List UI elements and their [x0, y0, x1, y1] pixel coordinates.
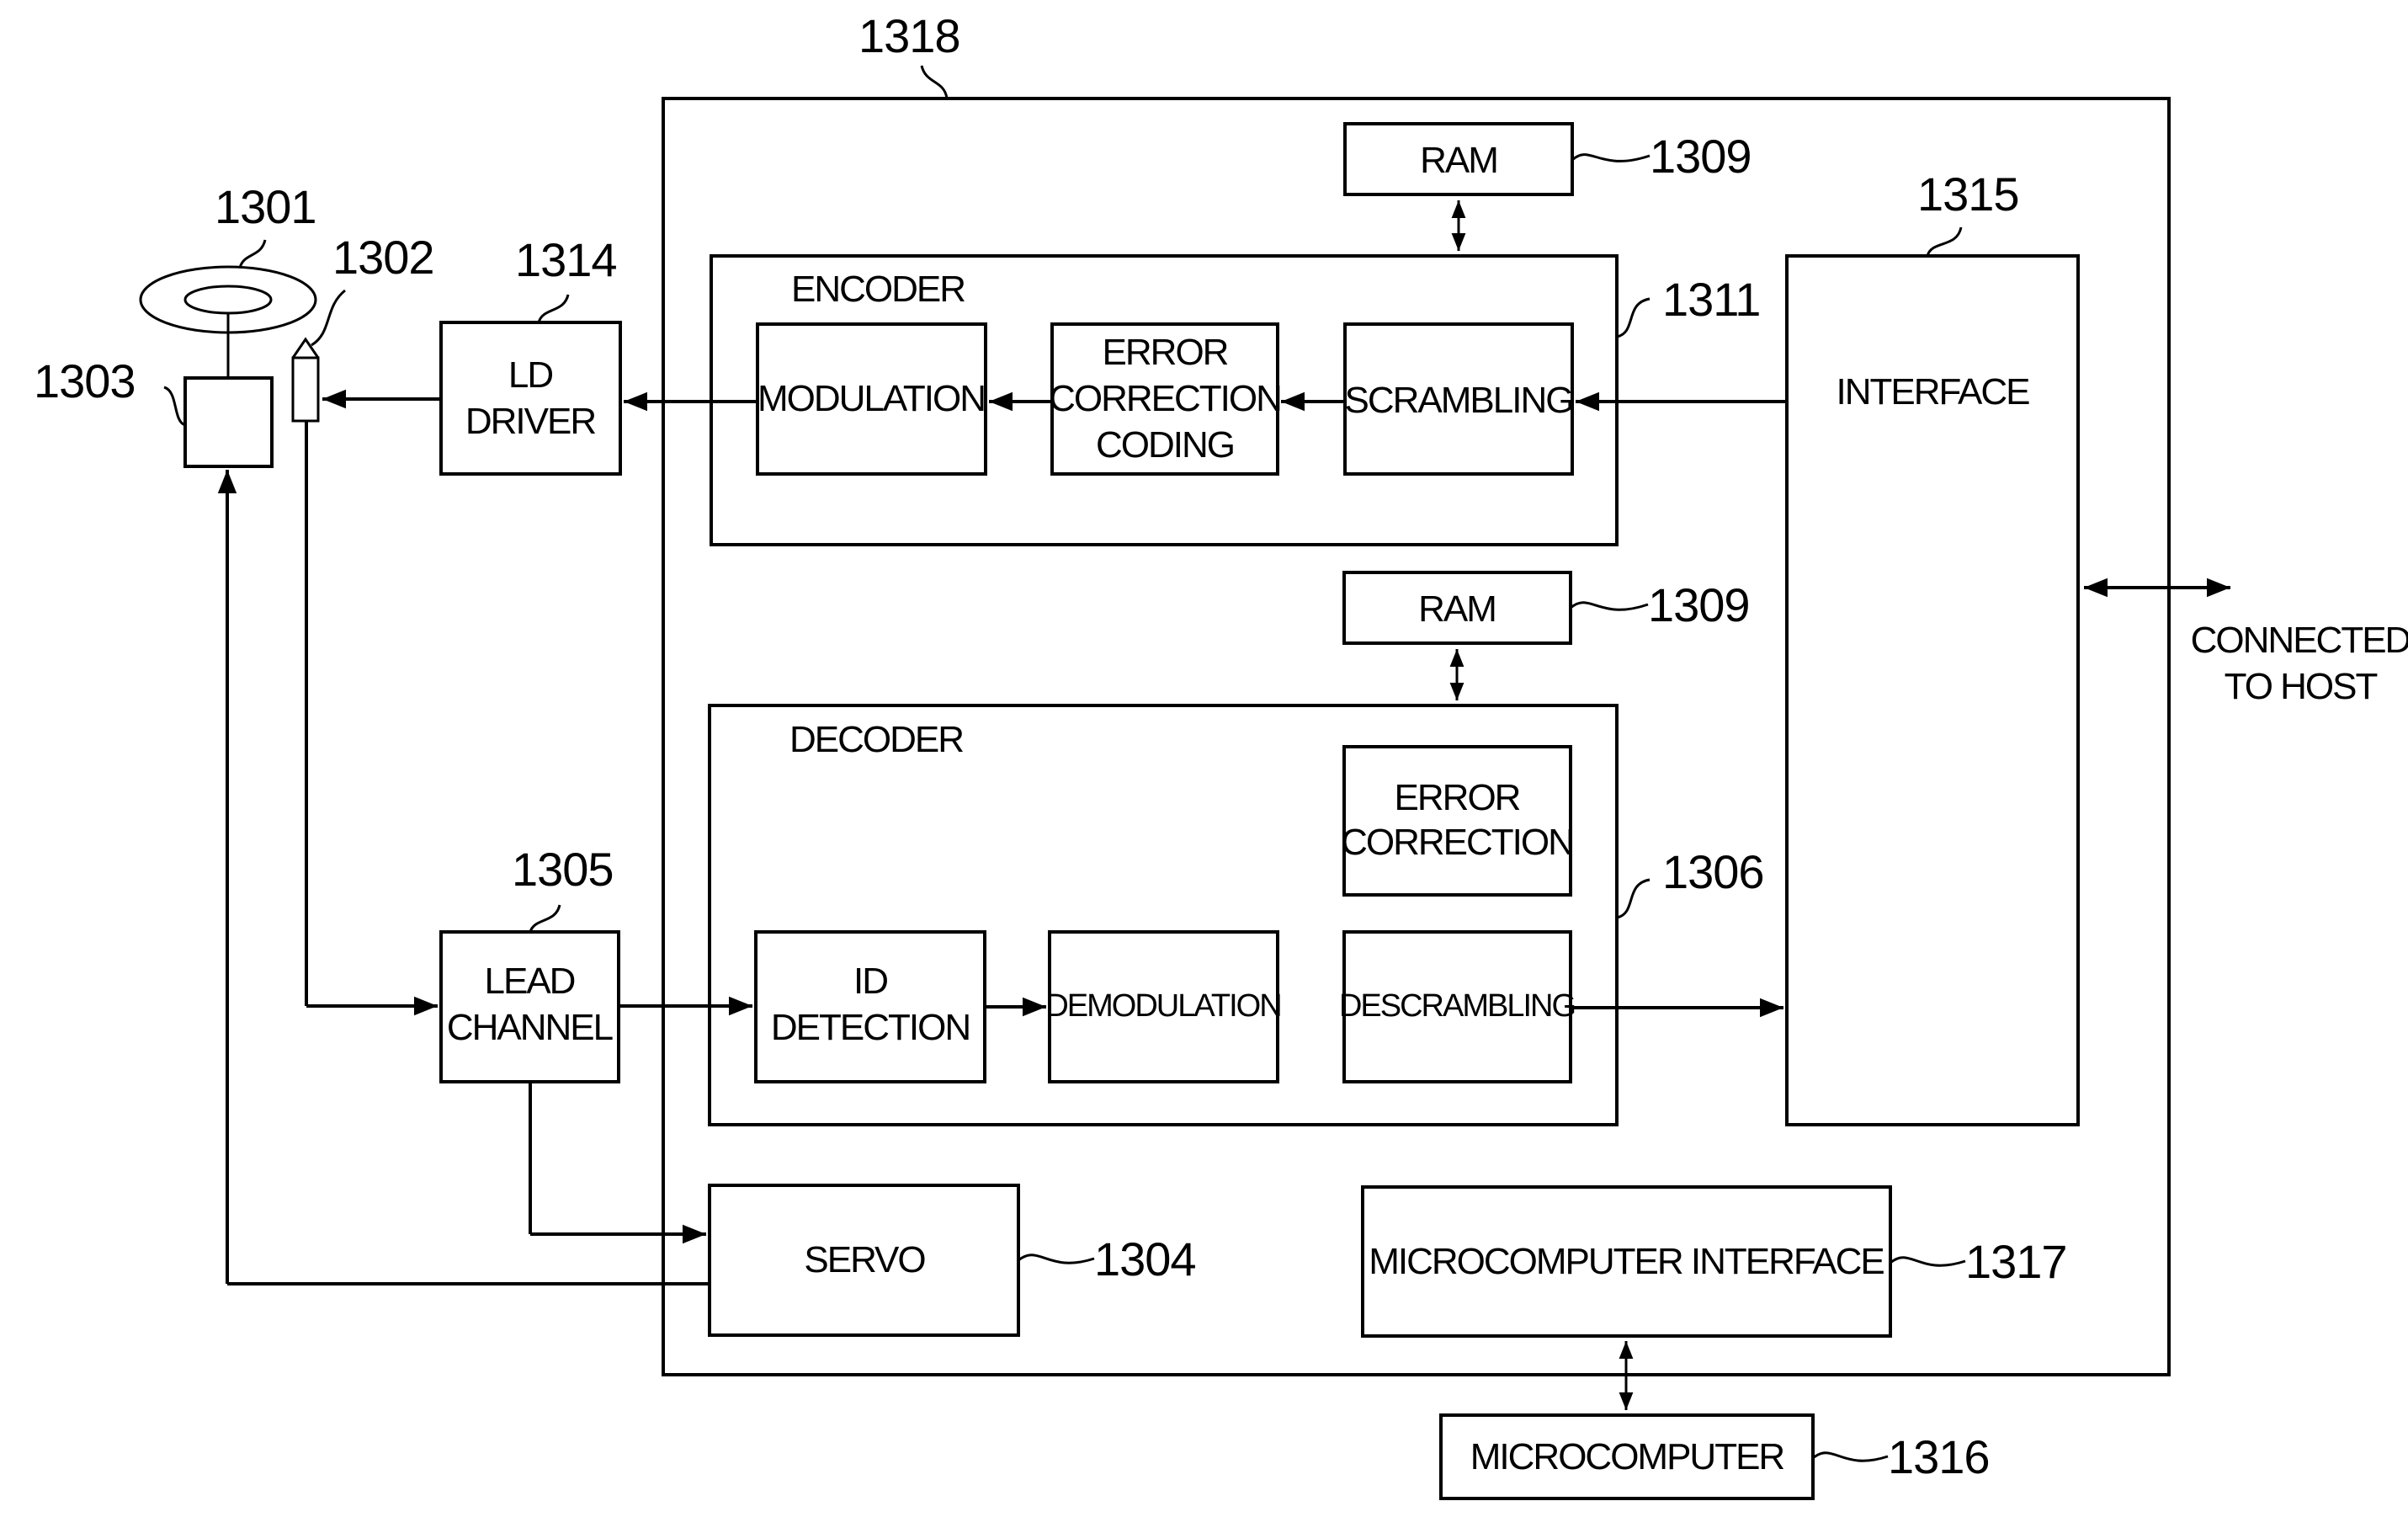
- ld-driver-box: [439, 321, 622, 476]
- ld-driver-label-1: LD: [508, 354, 552, 396]
- motor-box: [183, 376, 274, 468]
- ref-1317: 1317: [1965, 1235, 2067, 1288]
- error-correction-box: [1342, 745, 1572, 897]
- ecc-label-3: CODING: [1096, 424, 1234, 466]
- scrambling-label: SCRAMBLING: [1345, 380, 1573, 421]
- servo-label: SERVO: [804, 1239, 925, 1280]
- ref-1314: 1314: [515, 233, 617, 286]
- modulation-label: MODULATION: [757, 378, 985, 419]
- host-label-1: CONNECTED: [2191, 620, 2408, 661]
- leader-1305: [529, 904, 561, 933]
- lead-channel-label-1: LEAD: [485, 961, 575, 1002]
- ref-1318: 1318: [858, 9, 960, 62]
- ref-1309-top: 1309: [1650, 130, 1752, 183]
- ref-1316: 1316: [1888, 1430, 1990, 1483]
- microcomputer-label: MICROCOMPUTER: [1470, 1436, 1784, 1477]
- ref-1302: 1302: [332, 231, 434, 284]
- id-detection-label-1: ID: [853, 961, 887, 1002]
- ref-1303: 1303: [34, 354, 136, 407]
- ref-1315: 1315: [1917, 168, 2019, 221]
- ref-1309-bottom: 1309: [1648, 578, 1750, 631]
- descrambling-label: DESCRAMBLING: [1339, 988, 1575, 1024]
- interface-label: INTERFACE: [1837, 371, 2030, 413]
- error-correction-label-2: CORRECTION: [1341, 822, 1573, 863]
- pickup-icon: [291, 337, 320, 423]
- disc-icon: [139, 265, 317, 378]
- micro-interface-label: MICROCOMPUTER INTERFACE: [1369, 1241, 1884, 1282]
- ref-1306: 1306: [1662, 845, 1764, 898]
- demodulation-label: DEMODULATION: [1045, 988, 1280, 1024]
- id-detection-label-2: DETECTION: [771, 1007, 970, 1048]
- leader-1301: [238, 239, 267, 269]
- host-label-2: TO HOST: [2225, 666, 2378, 707]
- ref-1304: 1304: [1094, 1232, 1196, 1285]
- ref-1301: 1301: [215, 180, 316, 233]
- leader-1314: [537, 294, 570, 323]
- encoder-title: ENCODER: [791, 269, 965, 310]
- ecc-label-2: CORRECTION: [1049, 378, 1281, 419]
- ecc-label-1: ERROR: [1103, 332, 1228, 373]
- ld-driver-label-2: DRIVER: [465, 401, 595, 442]
- leader-1303: [163, 386, 186, 427]
- leader-1316: [1812, 1451, 1889, 1462]
- ref-1311: 1311: [1662, 273, 1760, 326]
- lead-channel-label-2: CHANNEL: [447, 1007, 614, 1048]
- error-correction-label-1: ERROR: [1395, 777, 1520, 818]
- ram-top-label: RAM: [1420, 140, 1497, 181]
- block-diagram: 1318 1301 1303 1302 LD DRIVER 1314 LEAD …: [34, 9, 2408, 1500]
- ram-bottom-label: RAM: [1418, 588, 1496, 630]
- decoder-title: DECODER: [789, 719, 963, 760]
- ref-1305: 1305: [512, 843, 614, 896]
- leader-1318: [920, 65, 949, 99]
